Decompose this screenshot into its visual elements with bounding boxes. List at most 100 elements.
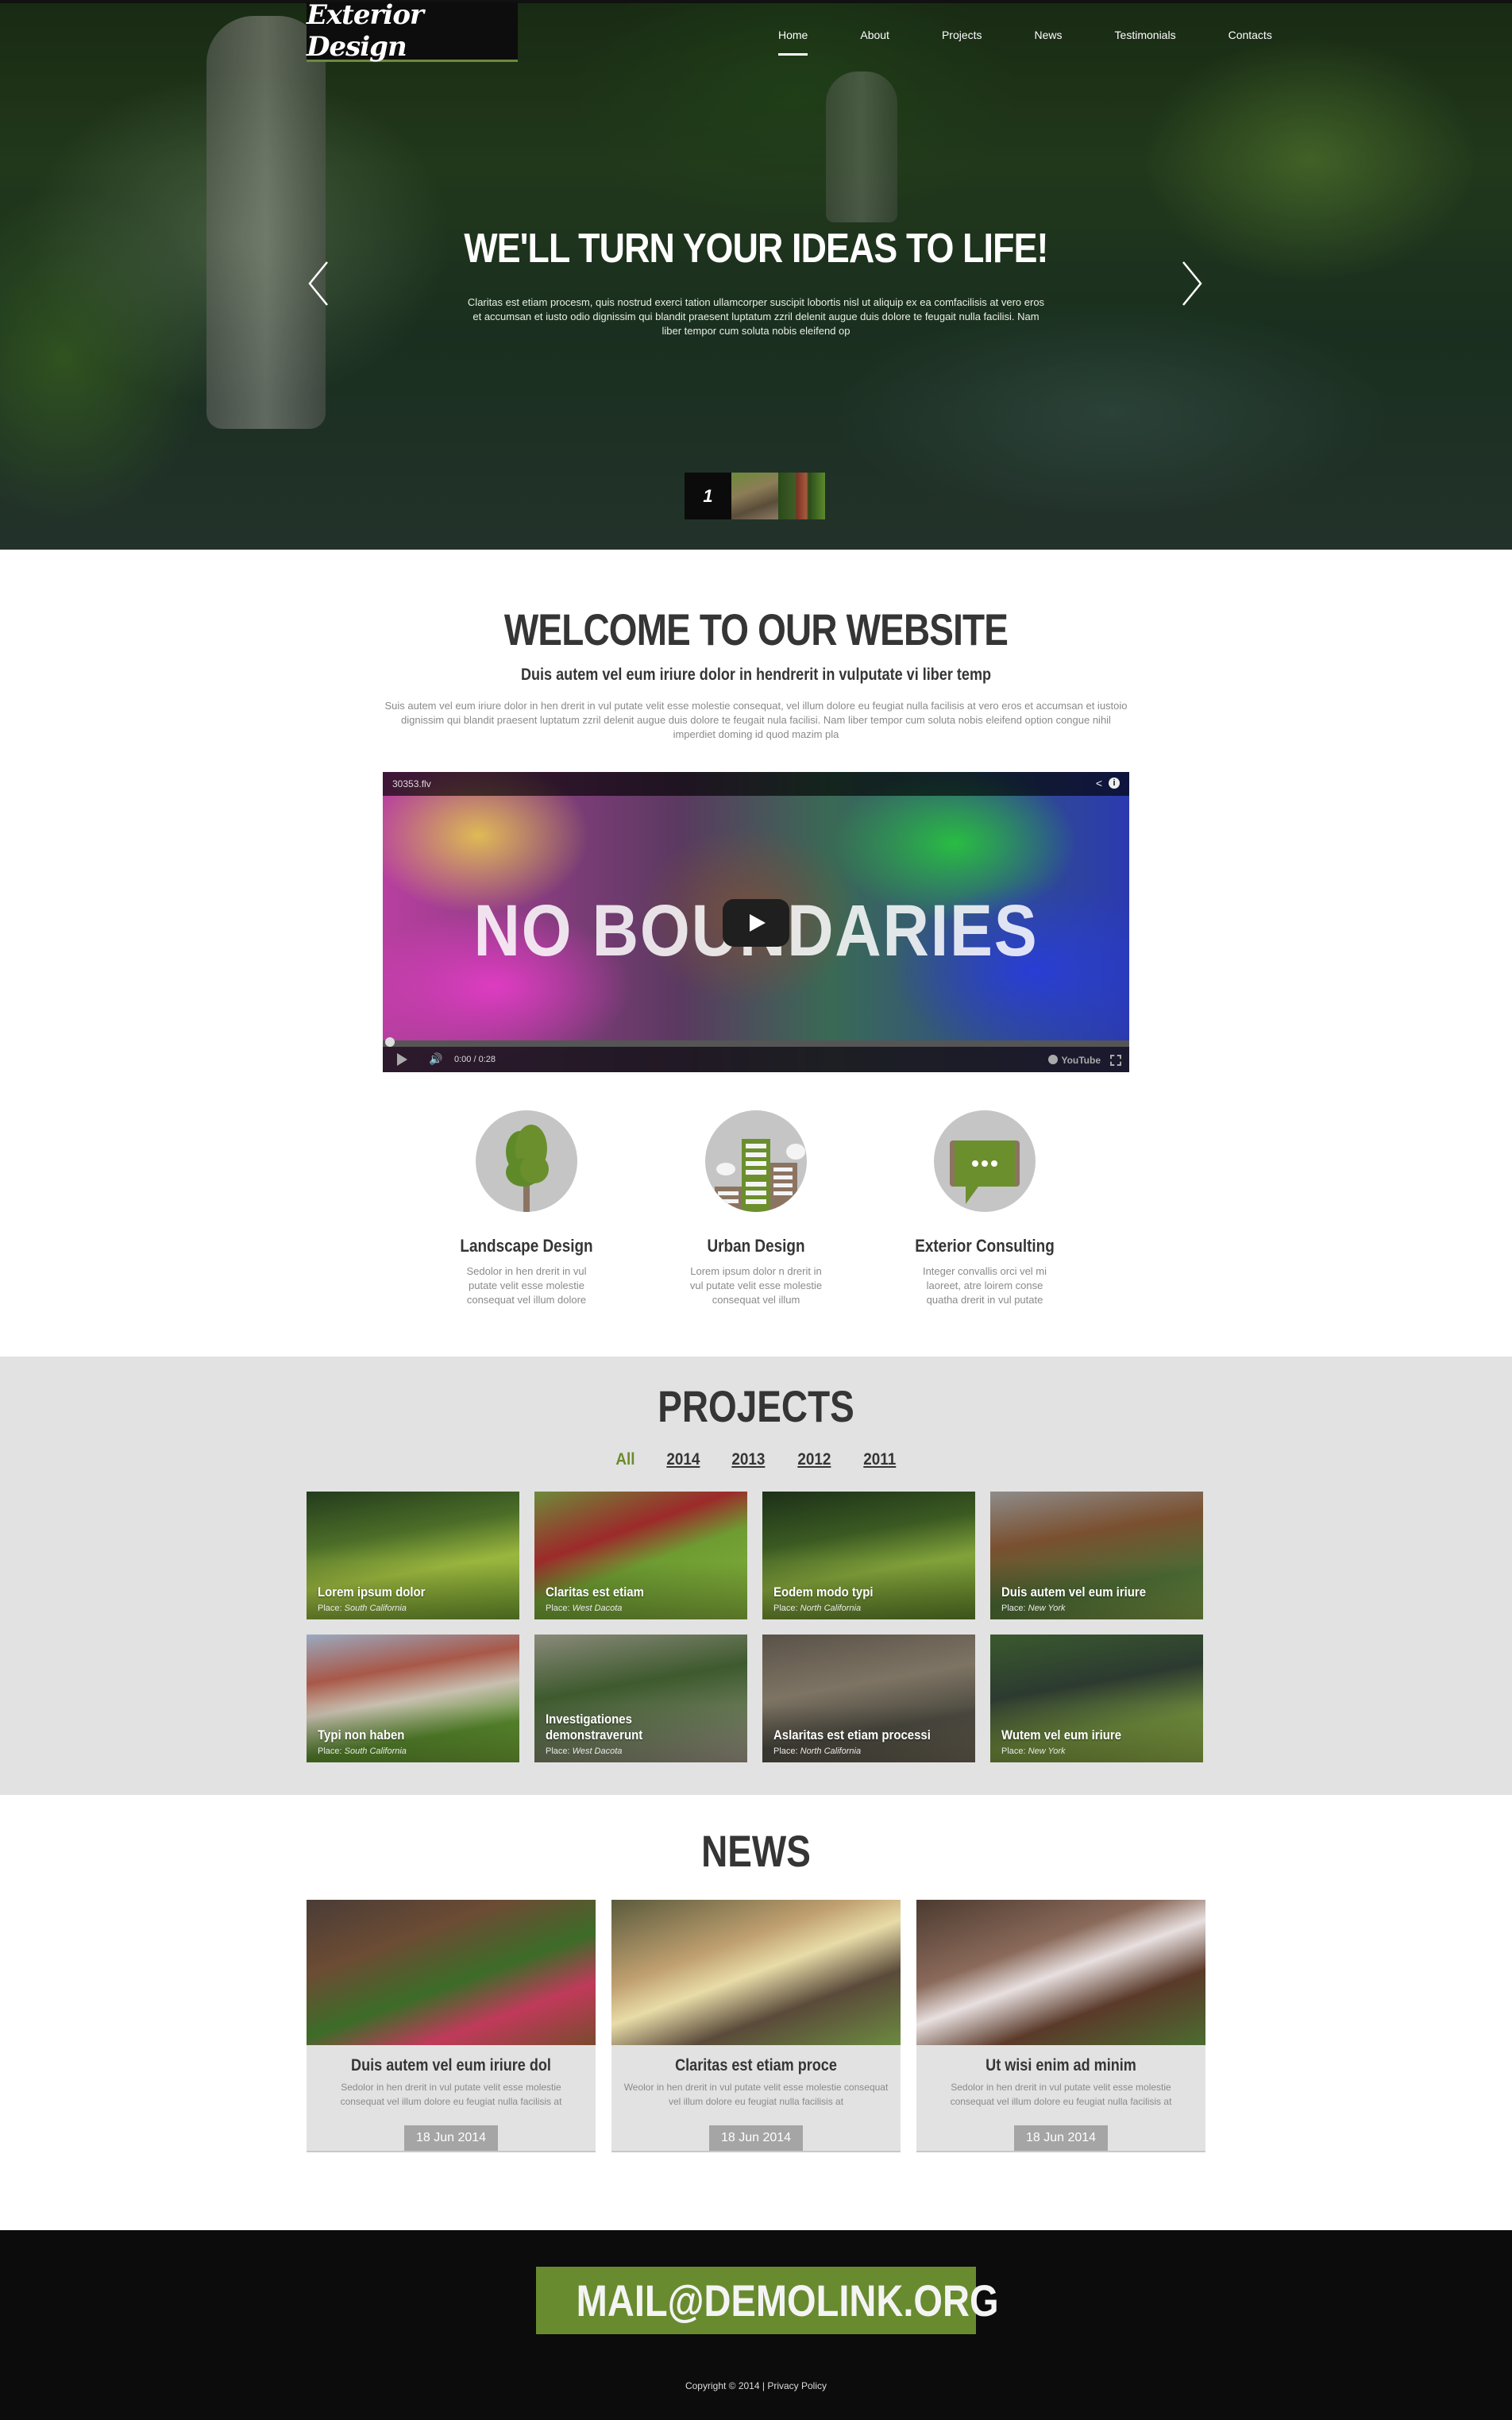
project-title: Typi non haben (318, 1727, 405, 1743)
project-title: Lorem ipsum dolor (318, 1584, 426, 1600)
place-value: New York (1028, 1604, 1066, 1613)
service-exterior-consulting: Exterior Consulting Integer convallis or… (897, 1110, 1072, 1307)
video-controls: 🔊 0:00 / 0:28 YouTube (383, 1047, 1129, 1072)
project-tile[interactable]: Claritas est etiam Place: West Dacota (534, 1492, 747, 1619)
copyright: Copyright © 2014 | Privacy Policy (0, 2380, 1512, 2391)
news-date-badge: 18 Jun 2014 (709, 2125, 803, 2151)
privacy-policy-link[interactable]: Privacy Policy (767, 2380, 827, 2391)
project-place: Place: North California (773, 1746, 952, 1756)
watch-later-icon[interactable] (1048, 1055, 1058, 1064)
news-card-title[interactable]: Claritas est etiam proce (631, 2056, 880, 2075)
service-urban-design: Urban Design Lorem ipsum dolor n drerit … (669, 1110, 843, 1307)
video-progress-bar[interactable] (383, 1040, 1129, 1047)
filter-all[interactable]: All (615, 1450, 634, 1469)
service-landscape-design: Landscape Design Sedolor in hen drerit i… (439, 1110, 614, 1307)
project-place: Place: West Dacota (546, 1604, 658, 1613)
place-value: North California (800, 1746, 862, 1756)
filter-2011[interactable]: 2011 (863, 1450, 896, 1469)
news-card-text: Sedolor in hen drerit in vul putate veli… (950, 2082, 1172, 2107)
service-title: Landscape Design (460, 1236, 593, 1256)
service-text: Sedolor in hen drerit in vul putate veli… (466, 1265, 587, 1306)
filter-2012[interactable]: 2012 (797, 1450, 831, 1469)
play-button[interactable] (723, 899, 789, 947)
news-list: Duis autem vel eum iriure dol Sedolor in… (307, 1900, 1205, 2152)
project-grid: Lorem ipsum dolor Place: South California… (307, 1492, 1205, 1762)
news-card-title[interactable]: Ut wisi enim ad minim (936, 2056, 1185, 2075)
place-label: Place: (318, 1746, 342, 1756)
project-title: Investigationes demonstraverunt (546, 1712, 643, 1743)
project-tile[interactable]: Lorem ipsum dolor Place: South California (307, 1492, 519, 1619)
place-value: West Dacota (572, 1604, 623, 1613)
project-title: Eodem modo typi (773, 1584, 874, 1600)
control-play-icon[interactable] (397, 1053, 407, 1066)
place-value: South California (344, 1746, 407, 1756)
place-label: Place: (318, 1604, 342, 1613)
place-label: Place: (773, 1604, 798, 1613)
projects-section: PROJECTS All 2014 2013 2012 2011 Lorem i… (0, 1357, 1512, 1795)
buildings-icon (705, 1110, 807, 1212)
place-value: West Dacota (572, 1746, 623, 1756)
project-title: Duis autem vel eum iriure (1001, 1584, 1147, 1600)
news-date-badge: 18 Jun 2014 (404, 2125, 498, 2151)
place-value: North California (800, 1604, 862, 1613)
copyright-text: Copyright © 2014 | (685, 2380, 765, 2391)
email-text: MAIL@DEMOLINK.ORG (576, 2275, 999, 2325)
place-label: Place: (546, 1604, 570, 1613)
project-tile[interactable]: Aslaritas est etiam processi Place: North… (762, 1635, 975, 1762)
fullscreen-icon[interactable] (1110, 1055, 1121, 1066)
project-tile[interactable]: Investigationes demonstraverunt Place: We… (534, 1635, 747, 1762)
project-place: Place: New York (1001, 1746, 1138, 1756)
news-image[interactable] (611, 1900, 901, 2045)
project-title: Wutem vel eum iriure (1001, 1727, 1122, 1743)
chat-bubble-icon (934, 1110, 1036, 1212)
email-link[interactable]: MAIL@DEMOLINK.ORG (536, 2267, 999, 2334)
project-tile[interactable]: Wutem vel eum iriure Place: New York (990, 1635, 1203, 1762)
place-label: Place: (773, 1746, 798, 1756)
place-value: South California (344, 1604, 407, 1613)
project-place: Place: North California (773, 1604, 887, 1613)
project-place: Place: West Dacota (546, 1746, 747, 1756)
project-tile[interactable]: Typi non haben Place: South California (307, 1635, 519, 1762)
project-title: Claritas est etiam (546, 1584, 644, 1600)
service-text: Integer convallis orci vel mi laoreet, a… (922, 1265, 1047, 1306)
share-icon[interactable]: < (1096, 777, 1102, 789)
project-title: Aslaritas est etiam processi (773, 1727, 931, 1743)
filter-2014[interactable]: 2014 (666, 1450, 700, 1469)
filter-2013[interactable]: 2013 (732, 1450, 766, 1469)
news-card[interactable]: Claritas est etiam proce Weolor in hen d… (611, 1900, 901, 2152)
tree-icon (476, 1110, 577, 1212)
place-label: Place: (1001, 1746, 1026, 1756)
project-tile[interactable]: Duis autem vel eum iriure Place: New York (990, 1492, 1203, 1619)
news-card-text: Sedolor in hen drerit in vul putate veli… (340, 2082, 562, 2107)
news-date-badge: 18 Jun 2014 (1014, 2125, 1108, 2151)
place-value: New York (1028, 1746, 1066, 1756)
video-time: 0:00 / 0:28 (454, 1055, 496, 1064)
video-title: 30353.flv (392, 778, 431, 789)
service-title: Exterior Consulting (915, 1236, 1055, 1256)
news-image[interactable] (916, 1900, 1205, 2045)
video-player[interactable]: 30353.flv < i NO BOUNDARIES 🔊 0:00 / 0:2… (383, 772, 1129, 1072)
place-label: Place: (546, 1746, 570, 1756)
welcome-section: WELCOME TO OUR WEBSITE Duis autem vel eu… (0, 0, 1512, 1357)
project-tile[interactable]: Eodem modo typi Place: North California (762, 1492, 975, 1619)
welcome-subtitle: Duis autem vel eum iriure dolor in hendr… (520, 666, 992, 684)
project-filters: All 2014 2013 2012 2011 (0, 1450, 1512, 1469)
volume-icon[interactable]: 🔊 (429, 1052, 442, 1066)
news-card[interactable]: Ut wisi enim ad minim Sedolor in hen dre… (916, 1900, 1205, 2152)
news-section: NEWS Duis autem vel eum iriure dol Sedol… (0, 1795, 1512, 2230)
video-top-bar (383, 772, 1129, 796)
news-card[interactable]: Duis autem vel eum iriure dol Sedolor in… (307, 1900, 596, 2152)
youtube-logo[interactable]: YouTube (1061, 1055, 1101, 1066)
news-title: NEWS (701, 1826, 811, 1876)
project-place: Place: South California (318, 1746, 416, 1756)
news-card-title[interactable]: Duis autem vel eum iriure dol (326, 2056, 575, 2075)
news-image[interactable] (307, 1900, 596, 2045)
service-text: Lorem ipsum dolor n drerit in vul putate… (689, 1265, 823, 1306)
welcome-text: Suis autem vel eum iriure dolor in hen d… (384, 700, 1128, 740)
news-card-text: Weolor in hen drerit in vul putate velit… (623, 2082, 889, 2107)
footer: MAIL@DEMOLINK.ORG Copyright © 2014 | Pri… (0, 2230, 1512, 2420)
video-scrubber[interactable] (385, 1037, 395, 1047)
info-icon[interactable]: i (1109, 778, 1120, 789)
project-place: Place: South California (318, 1604, 440, 1613)
place-label: Place: (1001, 1604, 1026, 1613)
